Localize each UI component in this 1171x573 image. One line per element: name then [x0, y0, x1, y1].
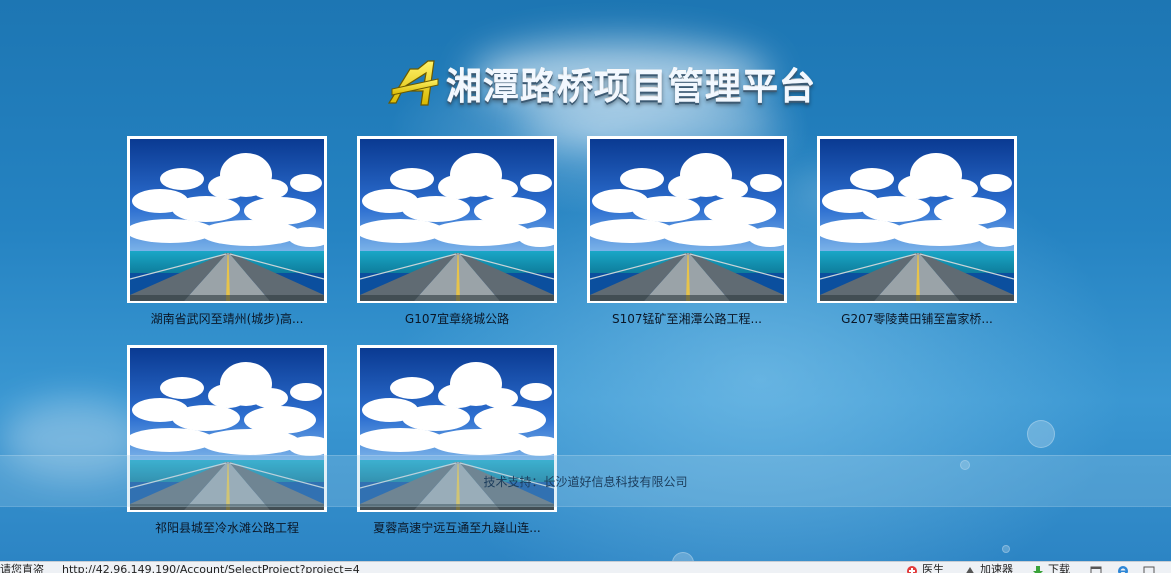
- download-icon[interactable]: [1032, 565, 1044, 573]
- project-name[interactable]: 湖南省武冈至靖州(城步)高...: [127, 310, 327, 327]
- project-card[interactable]: 夏蓉高速宁远互通至九嶷山连...: [357, 345, 557, 536]
- page: 湘潭路桥项目管理平台 湖南省武冈至靖州(城步)高... G107宜章绕城公路 S…: [0, 0, 1171, 573]
- project-thumbnail[interactable]: [357, 136, 557, 303]
- bubble-decoration: [1027, 420, 1055, 448]
- logo-icon: [388, 60, 439, 106]
- bubble-decoration: [1002, 545, 1010, 553]
- project-name[interactable]: G207零陵黄田铺至富家桥...: [817, 310, 1017, 327]
- status-item-doctor[interactable]: 医生: [922, 564, 944, 573]
- header: 湘潭路桥项目管理平台: [388, 56, 816, 112]
- project-name[interactable]: G107宜章绕城公路: [357, 310, 557, 327]
- status-item-download[interactable]: 下载: [1048, 564, 1070, 573]
- project-card[interactable]: G207零陵黄田铺至富家桥...: [817, 136, 1017, 327]
- status-item-accelerator[interactable]: 加速器: [980, 564, 1013, 573]
- status-text: 请您直盗: [0, 563, 44, 573]
- project-name[interactable]: 夏蓉高速宁远互通至九嶷山连...: [357, 519, 557, 536]
- project-thumbnail[interactable]: [127, 136, 327, 303]
- project-card[interactable]: S107锰矿至湘潭公路工程...: [587, 136, 787, 327]
- status-url: http://42.96.149.190/Account/SelectProje…: [62, 563, 360, 573]
- project-card[interactable]: G107宜章绕城公路: [357, 136, 557, 327]
- ie-icon[interactable]: [1117, 565, 1129, 573]
- project-thumbnail[interactable]: [587, 136, 787, 303]
- browser-status-bar: 请您直盗 http://42.96.149.190/Account/Select…: [0, 561, 1171, 573]
- project-name[interactable]: S107锰矿至湘潭公路工程...: [587, 310, 787, 327]
- project-card[interactable]: 湖南省武冈至靖州(城步)高...: [127, 136, 327, 327]
- doctor-icon[interactable]: [906, 565, 918, 573]
- project-thumbnail[interactable]: [817, 136, 1017, 303]
- screen-icon[interactable]: [1143, 565, 1155, 573]
- project-card[interactable]: 祁阳县城至冷水滩公路工程: [127, 345, 327, 536]
- accelerator-icon[interactable]: [964, 565, 976, 573]
- page-title: 湘潭路桥项目管理平台: [446, 58, 816, 110]
- project-name[interactable]: 祁阳县城至冷水滩公路工程: [127, 519, 327, 536]
- tech-support-text: 技术支持：长沙道好信息科技有限公司: [483, 475, 688, 489]
- window-icon[interactable]: [1090, 565, 1102, 573]
